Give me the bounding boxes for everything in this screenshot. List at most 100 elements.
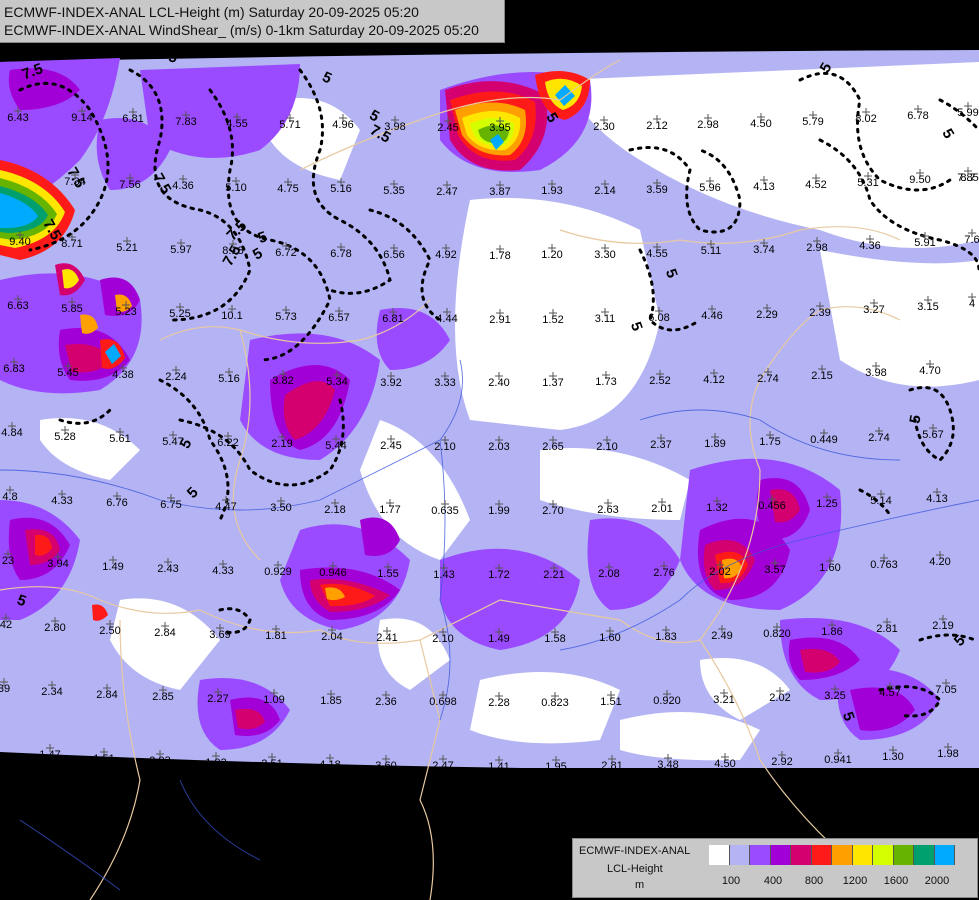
- lcl-value-label: 6.63: [7, 300, 28, 312]
- lcl-value-label: 3.11: [595, 313, 616, 325]
- lcl-value-label: 5.61: [109, 433, 130, 445]
- lcl-value-label: 4.50: [750, 118, 771, 130]
- lcl-value-label: 2.19: [271, 438, 292, 450]
- lcl-value-label: 4.46: [701, 310, 722, 322]
- lcl-value-label: 5.10: [225, 182, 246, 194]
- lcl-value-label: 3.15: [917, 301, 938, 313]
- lcl-value-label: 2.45: [380, 440, 401, 452]
- lcl-value-label: 2.14: [594, 185, 615, 197]
- lcl-value-label: 2.49: [711, 630, 732, 642]
- lcl-value-label: 2.63: [597, 504, 618, 516]
- lcl-value-label: 5.44: [325, 440, 346, 452]
- lcl-value-label: 3.82: [272, 375, 293, 387]
- lcl-value-label: 0.820: [763, 628, 791, 640]
- lcl-value-label: 0.920: [653, 695, 681, 707]
- lcl-value-label: 5.97: [170, 244, 191, 256]
- lcl-value-label: 4.50: [714, 758, 735, 770]
- lcl-value-label: 3.50: [270, 502, 291, 514]
- lcl-value-label: 0.456: [758, 500, 786, 512]
- lcl-value-label: 1.95: [545, 761, 566, 773]
- legend-swatches: [709, 845, 955, 865]
- lcl-value-label: 1.49: [488, 633, 509, 645]
- lcl-value-label: 5.79: [802, 116, 823, 128]
- lcl-value-label: 5.21: [116, 242, 137, 254]
- lcl-value-label: 0.946: [319, 567, 347, 579]
- lcl-value-label: 4.96: [332, 119, 353, 131]
- lcl-value-label: 1.60: [599, 632, 620, 644]
- lcl-value-label: 3.93: [149, 755, 170, 767]
- lcl-value-label: 4.55: [646, 248, 667, 260]
- lcl-value-label: 1.81: [265, 630, 286, 642]
- lcl-value-label: 0.929: [264, 566, 292, 578]
- lcl-value-label: 7.6: [964, 234, 979, 246]
- lcl-value-label: 6.78: [330, 248, 351, 260]
- lcl-value-label: 7.56: [119, 179, 140, 191]
- lcl-value-label: 1.73: [595, 376, 616, 388]
- lcl-value-label: 6.56: [383, 249, 404, 261]
- lcl-value-label: 4.84: [1, 427, 22, 439]
- lcl-value-label: 5.47: [162, 436, 183, 448]
- legend-swatch: [914, 845, 935, 865]
- lcl-value-label: 5.14: [870, 495, 891, 507]
- lcl-value-label: 2.10: [434, 441, 455, 453]
- lcl-value-label: 7.83: [175, 116, 196, 128]
- legend-tick-label: 1200: [842, 875, 868, 887]
- lcl-height-field: [0, 50, 979, 768]
- lcl-value-label: 5.11: [701, 245, 722, 257]
- legend-tick-label: 1600: [883, 875, 909, 887]
- lcl-value-label: 4.36: [172, 180, 193, 192]
- lcl-value-label: 2.43: [157, 563, 178, 575]
- lcl-value-label: 6.78: [907, 110, 928, 122]
- lcl-value-label: 7.34: [64, 176, 85, 188]
- lcl-value-label: 8.71: [61, 238, 82, 250]
- lcl-value-label: 2.29: [756, 309, 777, 321]
- lcl-value-label: 1.78: [489, 250, 510, 262]
- lcl-value-label: 8.18: [222, 245, 243, 257]
- lcl-value-label: 1.58: [544, 633, 565, 645]
- lcl-value-label: 1.85: [320, 695, 341, 707]
- lcl-value-label: 8.02: [855, 113, 876, 125]
- lcl-value-label: 2.45: [437, 122, 458, 134]
- lcl-value-label: 1.98: [937, 748, 958, 760]
- lcl-value-label: 4.44: [436, 313, 457, 325]
- lcl-value-label: 3.48: [657, 759, 678, 771]
- lcl-value-label: 4.20: [929, 556, 950, 568]
- lcl-value-label: 3.27: [863, 304, 884, 316]
- legend-swatch: [729, 845, 750, 865]
- legend-tick-label: 800: [804, 875, 824, 887]
- lcl-value-label: 2.74: [757, 373, 778, 385]
- legend-field: LCL-Height: [607, 863, 663, 875]
- lcl-value-label: 6.83: [3, 363, 24, 375]
- lcl-value-label: 3.92: [380, 377, 401, 389]
- legend-unit: m: [635, 879, 645, 891]
- lcl-value-label: 3.57: [764, 564, 785, 576]
- lcl-value-label: 4: [969, 298, 975, 310]
- lcl-value-label: 5.16: [218, 373, 239, 385]
- lcl-value-label: 4.33: [51, 495, 72, 507]
- lcl-value-label: 3.98: [384, 121, 405, 133]
- lcl-value-label: 0.449: [810, 434, 838, 446]
- lcl-value-label: 2.15: [811, 370, 832, 382]
- map-title-box: ECMWF-INDEX-ANAL LCL-Height (m) Saturday…: [0, 0, 505, 43]
- lcl-value-label: 1.51: [93, 753, 114, 765]
- lcl-value-label: 4.55: [226, 118, 247, 130]
- lcl-value-label: 8.7: [960, 172, 975, 184]
- legend-swatch: [709, 845, 730, 865]
- legend-swatch: [832, 845, 853, 865]
- lcl-value-label: 1.86: [821, 626, 842, 638]
- legend-tick-label: 400: [763, 875, 783, 887]
- lcl-value-label: 3.59: [646, 184, 667, 196]
- lcl-value-label: 10.1: [221, 310, 242, 322]
- lcl-value-label: 6.08: [648, 312, 669, 324]
- lcl-value-label: 1.47: [39, 749, 60, 761]
- lcl-value-label: 1.75: [759, 436, 780, 448]
- lcl-value-label: 2.36: [375, 696, 396, 708]
- lcl-value-label: 3.33: [434, 377, 455, 389]
- lcl-value-label: 2.30: [593, 121, 614, 133]
- lcl-value-label: 5.16: [330, 183, 351, 195]
- lcl-value-label: 0.763: [870, 559, 898, 571]
- lcl-value-label: 4.12: [703, 374, 724, 386]
- lcl-value-label: 3.98: [865, 367, 886, 379]
- lcl-value-label: 4.57: [879, 687, 900, 699]
- lcl-value-label: 1.93: [541, 185, 562, 197]
